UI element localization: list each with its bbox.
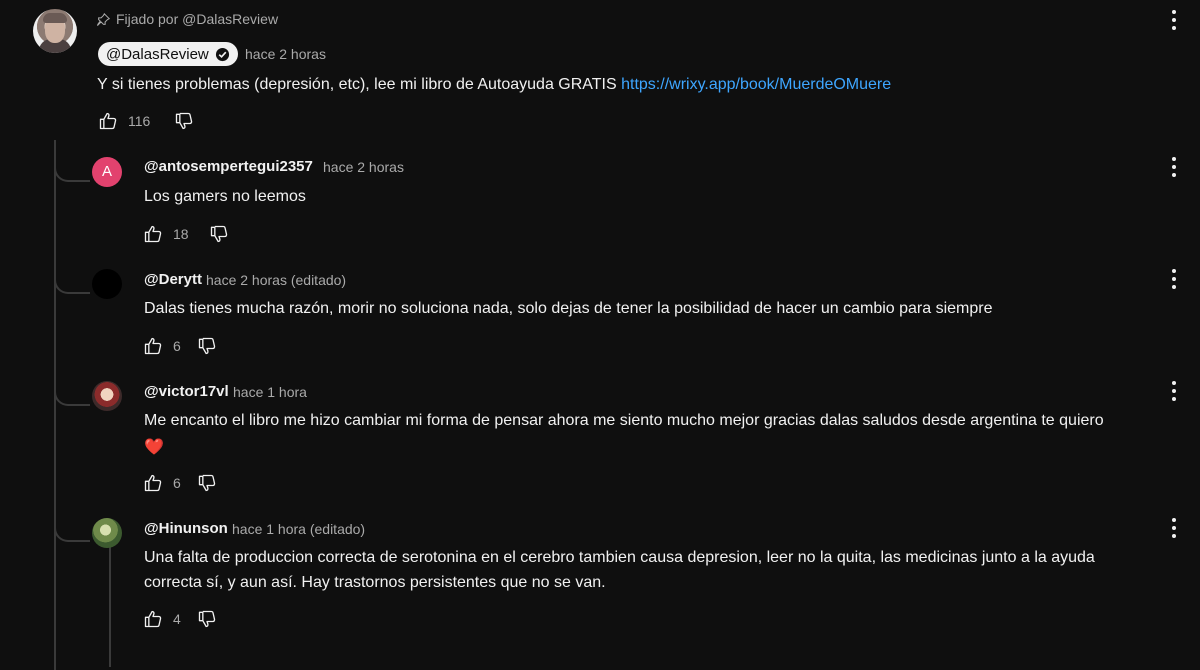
verified-check-icon: [215, 47, 229, 61]
author-name[interactable]: @DalasReview: [106, 46, 209, 63]
thumbs-down-icon[interactable]: [209, 224, 229, 244]
thread-elbow: [54, 272, 90, 294]
thumbs-down-icon[interactable]: [197, 473, 217, 493]
comment-text: Me encanto el libro me hizo cambiar mi f…: [144, 412, 1104, 429]
thumbs-down-icon[interactable]: [197, 609, 217, 629]
author-channel-chip[interactable]: @DalasReview: [98, 42, 238, 66]
heart-emoji: ❤️: [144, 439, 164, 456]
author-name[interactable]: @Derytt: [144, 271, 202, 288]
comment-actions: 116: [98, 111, 194, 131]
avatar[interactable]: [92, 381, 122, 411]
comment-actions: 6: [143, 336, 217, 356]
comment-time[interactable]: hace 1 hora (editado): [232, 521, 365, 537]
comment-link[interactable]: https://wrixy.app/book/MuerdeOMuere: [621, 76, 891, 93]
more-vert-icon[interactable]: [1167, 267, 1181, 291]
thread-elbow: [54, 160, 90, 182]
comment-text: Los gamers no leemos: [144, 188, 306, 205]
comment-text: Y si tienes problemas (depresión, etc), …: [97, 71, 891, 99]
more-vert-icon[interactable]: [1167, 516, 1181, 540]
thumbs-up-icon[interactable]: [143, 473, 163, 493]
thumbs-up-icon[interactable]: [143, 336, 163, 356]
comment-time[interactable]: hace 2 horas: [323, 159, 404, 175]
comment-actions: 4: [143, 609, 217, 629]
author-name[interactable]: @victor17vl: [144, 383, 229, 400]
pinned-label: Fijado por @DalasReview: [116, 11, 279, 27]
comment-time[interactable]: hace 1 hora: [233, 384, 307, 400]
thread-connector-line: [54, 140, 56, 670]
like-count: 116: [128, 113, 151, 129]
thumbs-up-icon[interactable]: [143, 224, 163, 244]
avatar[interactable]: [33, 9, 77, 53]
comment-text-line-2: correcta sí, y aun así. Hay trastornos p…: [144, 574, 606, 591]
comment-text-body: Y si tienes problemas (depresión, etc), …: [97, 76, 622, 93]
author-name[interactable]: @Hinunson: [144, 520, 228, 537]
comment-time[interactable]: hace 2 horas: [245, 46, 326, 62]
thumbs-up-icon[interactable]: [98, 111, 118, 131]
more-vert-icon[interactable]: [1167, 379, 1181, 403]
comment-text: Dalas tienes mucha razón, morir no soluc…: [144, 300, 993, 317]
reply-connector-line: [109, 547, 111, 667]
thread-elbow: [54, 384, 90, 406]
comment-actions: 6: [143, 473, 217, 493]
like-count: 18: [173, 226, 189, 242]
thumbs-down-icon[interactable]: [174, 111, 194, 131]
comment-text-line-1: Una falta de produccion correcta de sero…: [144, 549, 1095, 566]
avatar[interactable]: [92, 269, 122, 299]
comment-actions: 18: [143, 224, 229, 244]
more-vert-icon[interactable]: [1167, 155, 1181, 179]
thread-elbow: [54, 520, 90, 542]
comment-time[interactable]: hace 2 horas (editado): [206, 272, 346, 288]
thumbs-up-icon[interactable]: [143, 609, 163, 629]
thumbs-down-icon[interactable]: [197, 336, 217, 356]
more-vert-icon[interactable]: [1167, 8, 1181, 32]
author-name[interactable]: @antosempertegui2357: [144, 158, 313, 175]
pinned-label-row: Fijado por @DalasReview: [97, 11, 278, 27]
pin-icon: [97, 12, 110, 26]
avatar[interactable]: [92, 518, 122, 548]
avatar[interactable]: A: [92, 157, 122, 187]
